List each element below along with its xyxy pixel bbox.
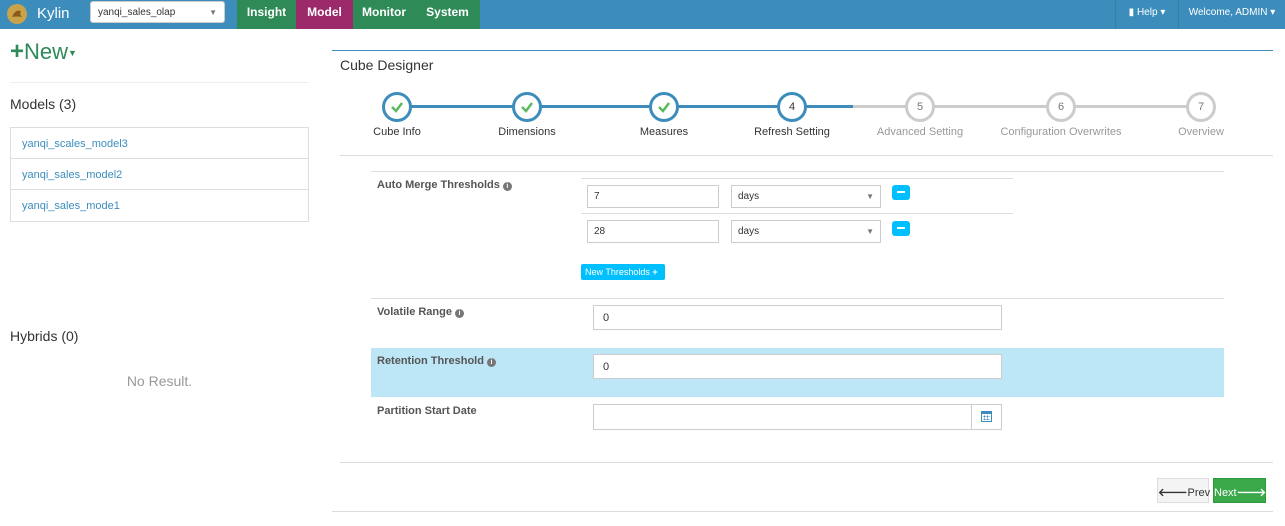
user-menu[interactable]: Welcome, ADMIN ▾ bbox=[1178, 0, 1285, 29]
step-7-number: 7 bbox=[1197, 101, 1205, 113]
page-title: Cube Designer bbox=[340, 57, 434, 73]
step-2-circle[interactable] bbox=[512, 92, 542, 122]
info-icon[interactable]: i bbox=[454, 309, 464, 318]
check-icon bbox=[658, 102, 670, 113]
new-button-label: New bbox=[24, 39, 69, 64]
calendar-icon bbox=[981, 411, 992, 422]
info-icon[interactable]: i bbox=[502, 182, 512, 191]
info-icon[interactable]: i bbox=[486, 358, 496, 367]
prev-button[interactable]: 🡐Prev bbox=[1157, 478, 1211, 503]
step-1-label[interactable]: Cube Info bbox=[327, 126, 467, 138]
tab-model[interactable]: Model bbox=[296, 0, 353, 29]
calendar-button[interactable] bbox=[971, 404, 1002, 430]
threshold-table-top bbox=[581, 178, 1013, 179]
volatile-range-label: Volatile Range i bbox=[377, 306, 464, 318]
help-menu[interactable]: ▮ Help ▾ bbox=[1115, 0, 1178, 29]
caret-down-icon: ▾ bbox=[1270, 7, 1276, 18]
step-5-circle[interactable]: 5 bbox=[905, 92, 935, 122]
project-select-value: yanqi_sales_olap bbox=[98, 7, 176, 18]
step-6-label[interactable]: Configuration Overwrites bbox=[991, 126, 1131, 138]
tab-insight[interactable]: Insight bbox=[237, 0, 296, 29]
sidebar-divider bbox=[10, 82, 309, 83]
top-navbar: Kylin yanqi_sales_olap ▼ Insight Model M… bbox=[0, 0, 1285, 29]
tab-system-label: System bbox=[426, 5, 469, 19]
threshold-unit-select-2[interactable]: days ▼ bbox=[731, 220, 881, 243]
new-thresholds-button[interactable]: New Thresholds + bbox=[581, 264, 665, 280]
tab-insight-label: Insight bbox=[246, 5, 287, 19]
plus-icon: + bbox=[10, 38, 25, 65]
tab-model-label: Model bbox=[307, 5, 342, 19]
threshold-value-input-1[interactable]: 7 bbox=[587, 185, 719, 208]
panel-top-border bbox=[332, 50, 1273, 51]
model-item-2[interactable]: yanqi_sales_model2 bbox=[11, 159, 308, 190]
remove-threshold-button-1[interactable] bbox=[892, 185, 910, 200]
check-icon bbox=[521, 102, 533, 113]
step-3-circle[interactable] bbox=[649, 92, 679, 122]
hybrids-empty-text: No Result. bbox=[126, 373, 193, 389]
form-divider-1 bbox=[371, 298, 1224, 299]
partition-start-date-input[interactable] bbox=[593, 404, 972, 430]
new-thresholds-label: New Thresholds bbox=[585, 267, 650, 277]
step-7-label[interactable]: Overview bbox=[1131, 126, 1271, 138]
volatile-range-input[interactable]: 0 bbox=[593, 305, 1002, 330]
models-title: Models (3) bbox=[10, 96, 77, 112]
model-list: yanqi_scales_model3 yanqi_sales_model2 y… bbox=[10, 127, 309, 222]
threshold-row-divider bbox=[581, 213, 1013, 214]
project-select[interactable]: yanqi_sales_olap ▼ bbox=[90, 1, 225, 23]
model-item-3[interactable]: yanqi_sales_mode1 bbox=[11, 190, 308, 221]
threshold-unit-value-1: days bbox=[738, 191, 760, 202]
threshold-value-input-2[interactable]: 28 bbox=[587, 220, 719, 243]
welcome-label: Welcome, ADMIN bbox=[1188, 7, 1268, 18]
form-top-divider bbox=[371, 171, 1224, 172]
new-button[interactable]: +New▼ bbox=[10, 38, 77, 66]
prev-button-label: Prev bbox=[1187, 487, 1211, 499]
step-5-number: 5 bbox=[916, 101, 924, 113]
step-1-circle[interactable] bbox=[382, 92, 412, 122]
caret-down-icon: ▾ bbox=[1160, 7, 1166, 18]
auto-merge-label: Auto Merge Thresholds i bbox=[377, 179, 512, 191]
help-label: Help bbox=[1136, 7, 1158, 18]
chevron-down-icon: ▼ bbox=[866, 192, 874, 201]
footer-divider bbox=[340, 462, 1273, 463]
chevron-down-icon: ▼ bbox=[209, 8, 217, 17]
chevron-down-icon: ▼ bbox=[866, 227, 874, 236]
auto-merge-label-text: Auto Merge Thresholds bbox=[377, 179, 500, 191]
retention-threshold-input[interactable]: 0 bbox=[593, 354, 1002, 379]
tab-system[interactable]: System bbox=[415, 0, 480, 29]
hybrids-title: Hybrids (0) bbox=[10, 328, 79, 344]
volatile-range-label-text: Volatile Range bbox=[377, 306, 452, 318]
next-button[interactable]: Next🡒 bbox=[1213, 478, 1266, 503]
book-icon: ▮ bbox=[1128, 7, 1135, 18]
step-4-circle[interactable]: 4 bbox=[777, 92, 807, 122]
panel-bottom-border bbox=[332, 511, 1273, 512]
step-5-label[interactable]: Advanced Setting bbox=[850, 126, 990, 138]
caret-down-icon: ▼ bbox=[68, 48, 77, 58]
step-4-number: 4 bbox=[788, 101, 796, 113]
step-6-circle[interactable]: 6 bbox=[1046, 92, 1076, 122]
step-2-label[interactable]: Dimensions bbox=[457, 126, 597, 138]
plus-icon: + bbox=[652, 267, 658, 277]
next-button-label: Next bbox=[1214, 487, 1237, 499]
step-3-label[interactable]: Measures bbox=[594, 126, 734, 138]
retention-threshold-label-text: Retention Threshold bbox=[377, 355, 484, 367]
wizard-divider bbox=[340, 155, 1273, 156]
threshold-unit-value-2: days bbox=[738, 226, 760, 237]
remove-threshold-button-2[interactable] bbox=[892, 221, 910, 236]
step-6-number: 6 bbox=[1057, 101, 1065, 113]
threshold-unit-select-1[interactable]: days ▼ bbox=[731, 185, 881, 208]
step-4-label[interactable]: Refresh Setting bbox=[722, 126, 862, 138]
retention-threshold-label: Retention Threshold i bbox=[377, 355, 496, 367]
app-brand[interactable]: Kylin bbox=[37, 5, 70, 22]
step-7-circle[interactable]: 7 bbox=[1186, 92, 1216, 122]
kylin-logo-icon bbox=[7, 4, 27, 24]
model-item-1[interactable]: yanqi_scales_model3 bbox=[11, 128, 308, 159]
partition-start-date-label: Partition Start Date bbox=[377, 405, 477, 417]
tab-monitor-label: Monitor bbox=[362, 5, 406, 19]
tab-monitor[interactable]: Monitor bbox=[353, 0, 415, 29]
arrow-left-icon: 🡐 bbox=[1158, 487, 1188, 499]
arrow-right-icon: 🡒 bbox=[1236, 487, 1267, 499]
check-icon bbox=[391, 102, 403, 113]
